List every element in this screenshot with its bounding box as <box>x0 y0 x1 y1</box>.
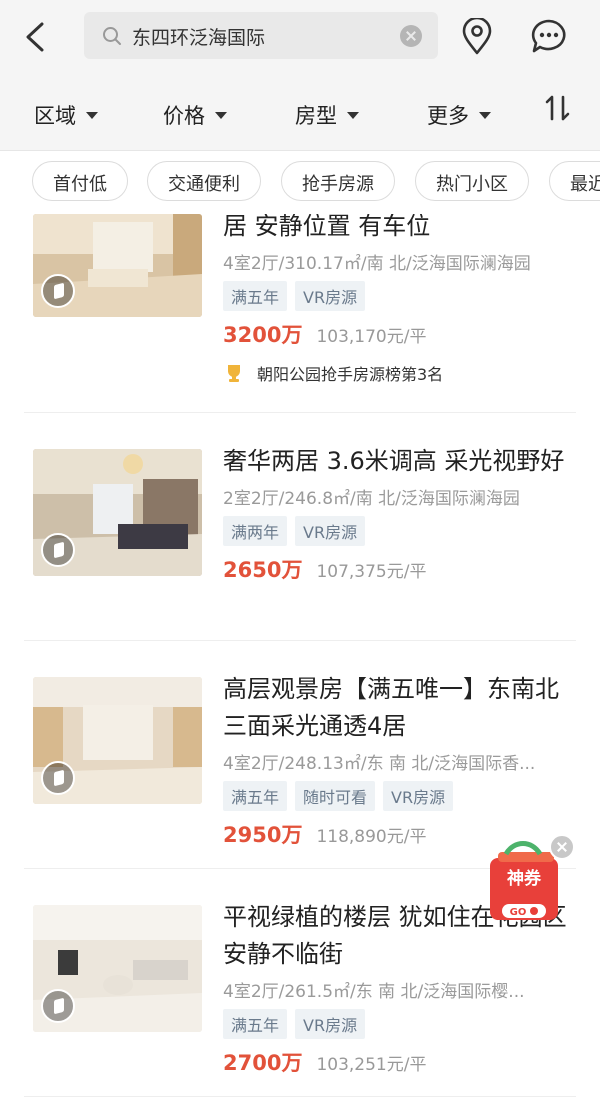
coupon-close-icon[interactable] <box>549 834 575 860</box>
listing-tags: 满五年 VR房源 <box>223 281 575 311</box>
listing-tag: VR房源 <box>295 516 366 546</box>
listing-card[interactable]: 奢华两居 3.6米调高 采光视野好 2室2厅/246.8㎡/南 北/泛海国际澜海… <box>24 413 576 641</box>
listing-tags: 满五年 随时可看 VR房源 <box>223 781 575 811</box>
listing-tag: VR房源 <box>295 1009 366 1039</box>
coupon-go-label: GO <box>510 907 527 918</box>
dropdown-arrow-icon <box>479 111 491 119</box>
dropdown-arrow-icon <box>347 111 359 119</box>
vr-badge-icon <box>41 274 75 308</box>
listing-list: 居 安静位置 有车位 4室2厅/310.17㎡/南 北/泛海国际澜海园 满五年 … <box>0 214 600 1105</box>
listing-price-row: 3200万 103,170元/平 <box>223 319 575 349</box>
filter-district-label: 区域 <box>34 104 76 128</box>
listing-photo <box>33 449 202 576</box>
back-arrow-icon[interactable] <box>22 22 48 52</box>
listing-meta: 4室2厅/310.17㎡/南 北/泛海国际澜海园 <box>223 254 531 274</box>
filter-price[interactable]: 价格 <box>163 100 227 130</box>
dropdown-arrow-icon <box>215 111 227 119</box>
listing-rank: 朝阳公园抢手房源榜第3名 <box>223 361 575 385</box>
search-row: 东四环泛海国际 <box>0 0 600 72</box>
search-icon <box>103 27 121 45</box>
listing-title: 居 安静位置 有车位 <box>223 214 431 240</box>
listing-meta: 4室2厅/248.13㎡/东 南 北/泛海国际香... <box>223 754 536 774</box>
header: 东四环泛海国际 区域 价格 房型 更多 <box>0 0 600 150</box>
listing-tag: 满两年 <box>223 516 288 546</box>
listing-info: 高层观景房【满五唯一】东南北三面采光通透4居 4室2厅/248.13㎡/东 南 … <box>223 671 575 849</box>
listing-tag: 随时可看 <box>295 781 376 811</box>
listing-tag: VR房源 <box>295 281 366 311</box>
coupon-label: 神券 <box>507 868 542 889</box>
listing-meta: 2室2厅/246.8㎡/南 北/泛海国际澜海园 <box>223 489 520 509</box>
listing-title: 高层观景房【满五唯一】东南北三面采光通透4居 <box>223 675 559 740</box>
search-input[interactable]: 东四环泛海国际 <box>84 12 438 59</box>
filter-room-type-label: 房型 <box>295 104 337 128</box>
trophy-icon <box>228 365 240 382</box>
filter-district[interactable]: 区域 <box>34 100 98 130</box>
chip-recent[interactable]: 最近 <box>549 161 600 201</box>
listing-total-price: 3200万 <box>223 323 303 347</box>
listing-tag: 满五年 <box>223 281 288 311</box>
vr-badge-icon <box>41 533 75 567</box>
listing-price-row: 2700万 103,251元/平 <box>223 1047 575 1077</box>
listing-photo <box>33 905 202 1032</box>
listing-price-row: 2650万 107,375元/平 <box>223 554 575 584</box>
listing-photo <box>33 677 202 804</box>
chip-hot-listings[interactable]: 抢手房源 <box>281 161 395 201</box>
filter-more[interactable]: 更多 <box>427 100 491 130</box>
listing-unit-price: 103,170元/平 <box>316 327 427 347</box>
listing-tags: 满五年 VR房源 <box>223 1009 575 1039</box>
dropdown-arrow-icon <box>86 111 98 119</box>
listing-tag: VR房源 <box>383 781 454 811</box>
listing-info: 奢华两居 3.6米调高 采光视野好 2室2厅/246.8㎡/南 北/泛海国际澜海… <box>223 443 575 584</box>
clear-search-icon[interactable] <box>400 25 422 47</box>
filter-price-label: 价格 <box>163 104 205 128</box>
listing-card[interactable]: 居 安静位置 有车位 4室2厅/310.17㎡/南 北/泛海国际澜海园 满五年 … <box>24 214 576 413</box>
listing-unit-price: 107,375元/平 <box>316 562 427 582</box>
search-query-text: 东四环泛海国际 <box>132 27 266 49</box>
listing-title: 奢华两居 3.6米调高 采光视野好 <box>223 447 565 475</box>
vr-badge-icon <box>41 761 75 795</box>
chip-popular-community[interactable]: 热门小区 <box>415 161 529 201</box>
listing-unit-price: 103,251元/平 <box>316 1055 427 1075</box>
location-pin-icon[interactable] <box>460 18 494 56</box>
listing-total-price: 2650万 <box>223 558 303 582</box>
listing-rank-text: 朝阳公园抢手房源榜第3名 <box>257 365 444 384</box>
listing-total-price: 2950万 <box>223 823 303 847</box>
chip-low-down-payment[interactable]: 首付低 <box>32 161 128 201</box>
listing-info: 居 安静位置 有车位 4室2厅/310.17㎡/南 北/泛海国际澜海园 满五年 … <box>223 214 575 385</box>
listing-unit-price: 118,890元/平 <box>316 827 427 847</box>
listing-photo <box>33 214 202 317</box>
vr-badge-icon <box>41 989 75 1023</box>
listing-tags: 满两年 VR房源 <box>223 516 575 546</box>
quick-filter-chips: 首付低 交通便利 抢手房源 热门小区 最近 <box>0 150 600 214</box>
listing-total-price: 2700万 <box>223 1051 303 1075</box>
listing-tag: 满五年 <box>223 781 288 811</box>
chat-message-icon[interactable] <box>530 18 568 54</box>
listing-meta: 4室2厅/261.5㎡/东 南 北/泛海国际樱... <box>223 982 525 1002</box>
sort-icon[interactable] <box>545 94 571 122</box>
listing-tag: 满五年 <box>223 1009 288 1039</box>
chip-convenient-transport[interactable]: 交通便利 <box>147 161 261 201</box>
filter-room-type[interactable]: 房型 <box>295 100 359 130</box>
filter-bar: 区域 价格 房型 更多 <box>0 72 600 150</box>
filter-more-label: 更多 <box>427 104 469 128</box>
